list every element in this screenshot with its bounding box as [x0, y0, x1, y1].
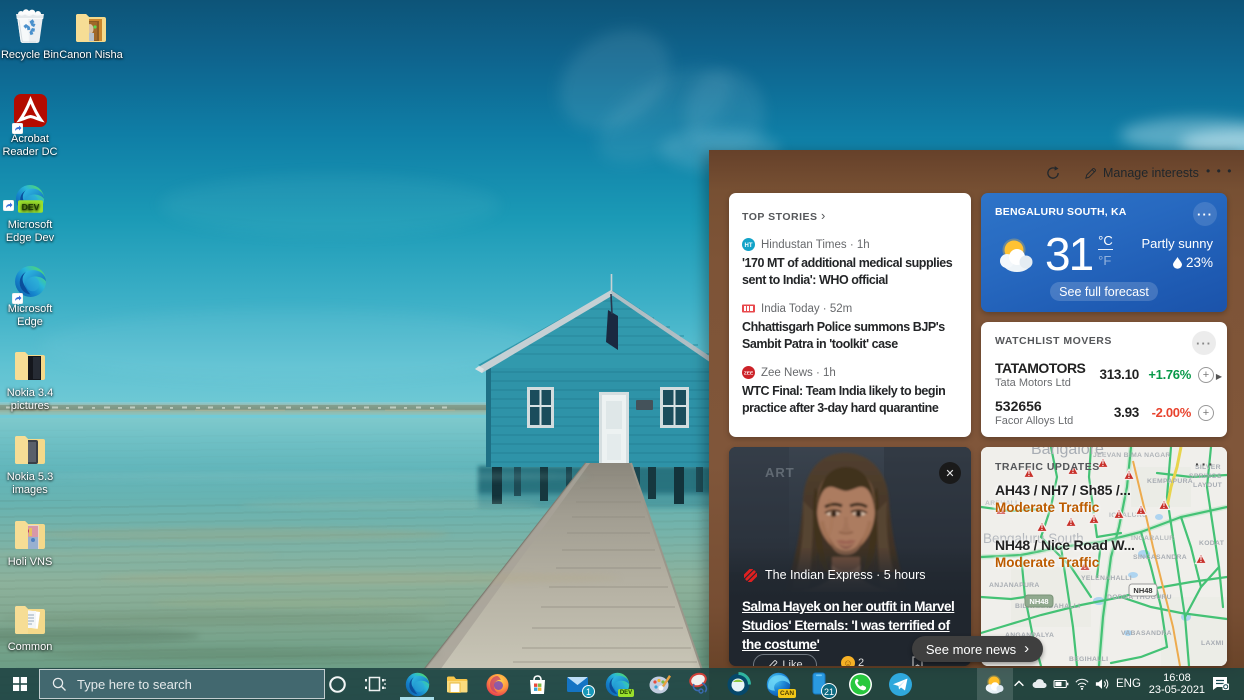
svg-text:Bangalore: Bangalore — [1031, 447, 1104, 458]
svg-text:ZEE: ZEE — [744, 371, 754, 377]
svg-text:INGARALUR: INGARALUR — [1131, 535, 1174, 542]
svg-text:BEGIHALLI: BEGIHALLI — [1069, 656, 1108, 663]
svg-text:KEMPAPURA: KEMPAPURA — [1147, 478, 1193, 485]
svg-text:JEEVAN BIMA NAGAR: JEEVAN BIMA NAGAR — [1093, 452, 1171, 459]
svg-text:YELENAHALLI: YELENAHALLI — [1081, 575, 1132, 582]
svg-text:!: ! — [1093, 515, 1096, 524]
svg-text:LAXMI: LAXMI — [1201, 640, 1224, 647]
svg-text:DEV: DEV — [22, 202, 40, 212]
svg-text:!: ! — [1140, 506, 1143, 515]
svg-text:!: ! — [1102, 459, 1105, 468]
svg-text:KODAT: KODAT — [1199, 540, 1225, 547]
svg-text:VABASANDRA: VABASANDRA — [1121, 630, 1172, 637]
svg-text:SPRINGS: SPRINGS — [1189, 473, 1222, 480]
svg-text:ART: ART — [765, 465, 795, 480]
svg-text:!: ! — [1128, 471, 1131, 480]
svg-text:HT: HT — [745, 243, 753, 249]
svg-text:!: ! — [1070, 518, 1073, 527]
svg-text:!: ! — [1041, 523, 1044, 532]
svg-text:NH48: NH48 — [1133, 586, 1152, 595]
svg-text:LAYOUT: LAYOUT — [1193, 482, 1223, 489]
svg-text:!: ! — [1163, 501, 1166, 510]
svg-text:NH48: NH48 — [1029, 597, 1048, 606]
svg-text:!: ! — [1118, 510, 1121, 519]
svg-text:!: ! — [1200, 555, 1203, 564]
svg-text:ANJANAPURA: ANJANAPURA — [989, 582, 1040, 589]
svg-text:SINGASANDRA: SINGASANDRA — [1133, 554, 1187, 561]
